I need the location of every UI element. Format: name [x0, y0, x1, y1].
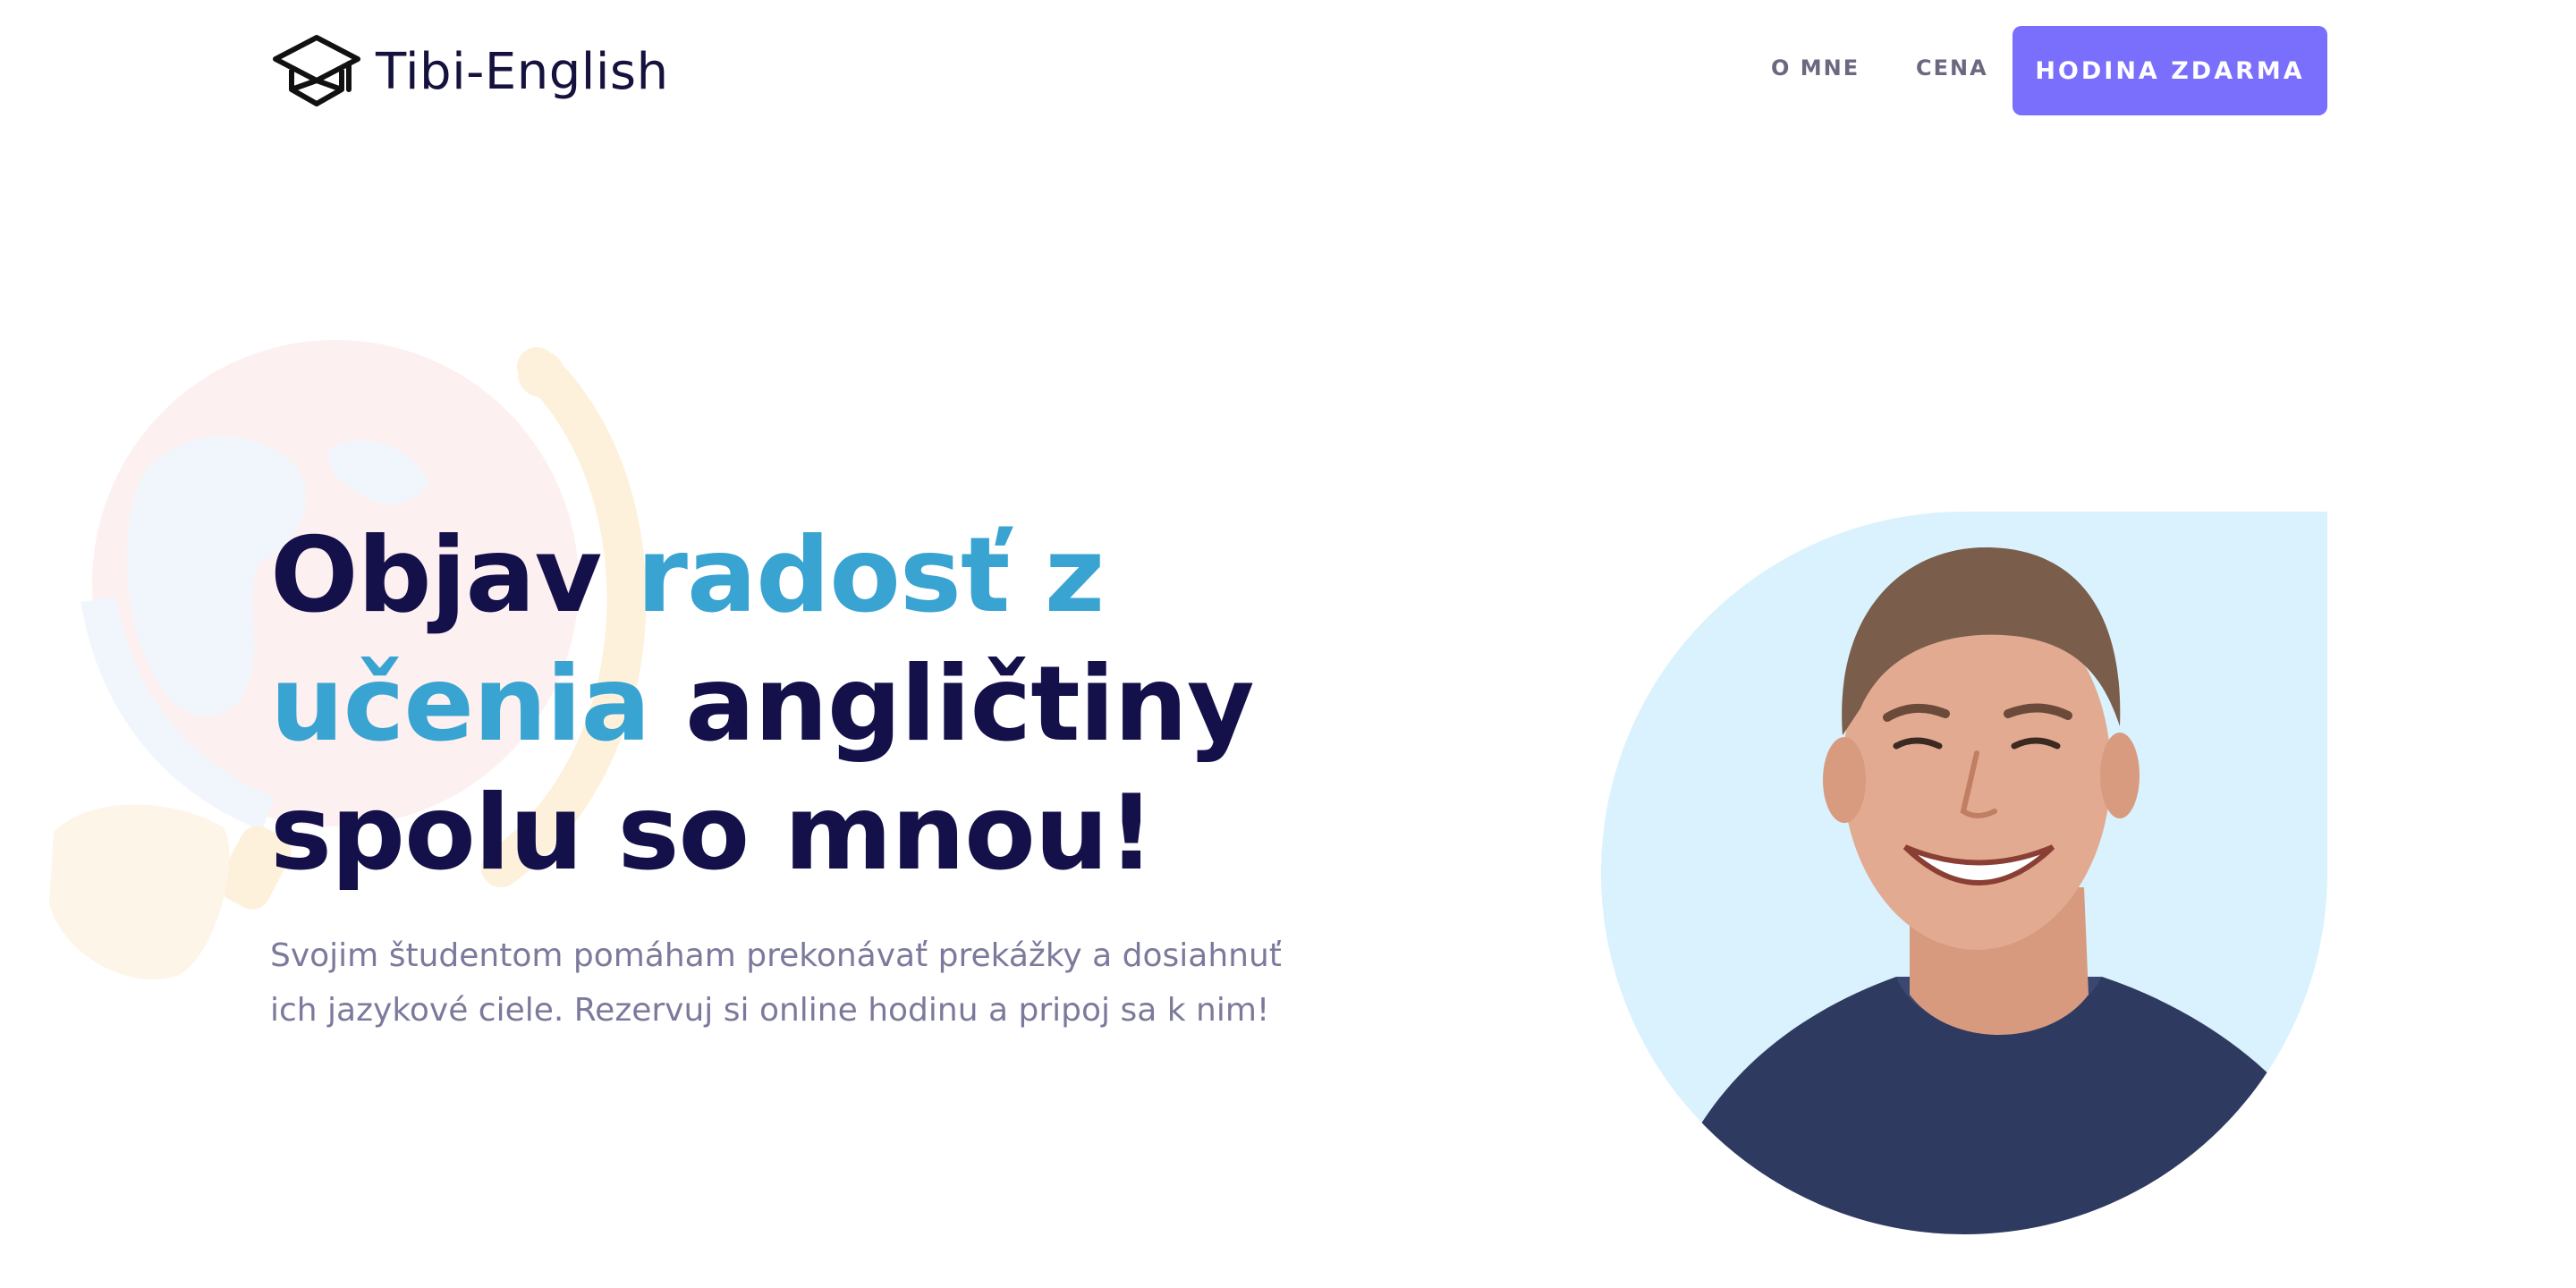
nav-link-price[interactable]: CENA — [1916, 55, 1988, 80]
hero-title: Objav radosť z učenia angličtiny spolu s… — [270, 512, 1361, 898]
logo-link[interactable]: Tibi-English — [270, 32, 669, 111]
logo-text: Tibi-English — [376, 42, 669, 101]
graduation-cap-icon — [273, 35, 360, 106]
landing-page: Tibi-English O MNE CENA HODINA ZDARMA Ob… — [0, 0, 2576, 1288]
hero-title-part1: Objav — [270, 515, 637, 636]
site-header: Tibi-English O MNE CENA HODINA ZDARMA — [0, 0, 2576, 143]
free-lesson-button[interactable]: HODINA ZDARMA — [2012, 26, 2327, 115]
hero-subtitle: Svojim študentom pomáham prekonávať prek… — [270, 937, 1282, 1029]
tutor-photo — [1601, 512, 2327, 1234]
nav-link-about[interactable]: O MNE — [1771, 55, 1860, 80]
